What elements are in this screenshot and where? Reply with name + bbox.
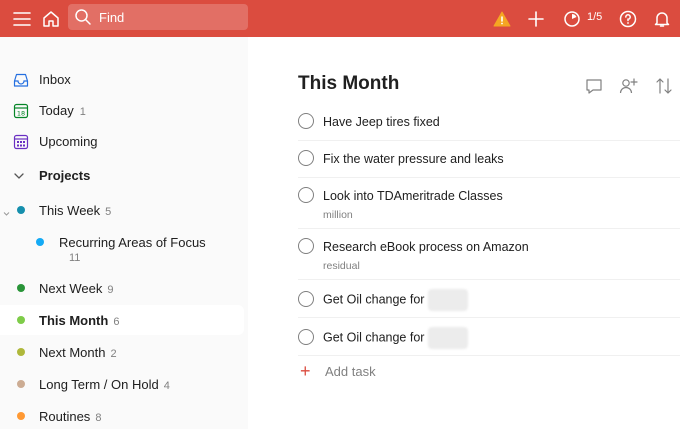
top-bar: Find 1/5 — [0, 0, 680, 37]
project-color-dot — [17, 412, 25, 420]
comment-icon[interactable] — [584, 76, 604, 96]
task-checkbox[interactable] — [298, 329, 314, 345]
sidebar-item-inbox[interactable]: Inbox — [0, 65, 248, 95]
project-this-week[interactable]: This Week 5 — [0, 195, 248, 225]
project-count: 8 — [95, 412, 102, 424]
task-note: residual — [323, 260, 360, 272]
sidebar-item-count: 1 — [79, 106, 86, 118]
task-item[interactable]: Fix the water pressure and leaks — [298, 142, 680, 178]
karma-progress[interactable]: 1/5 — [587, 11, 602, 23]
sidebar-item-label: Inbox — [39, 72, 71, 87]
task-title: Get Oil change for — [323, 330, 425, 345]
chevron-down-icon[interactable] — [3, 205, 10, 220]
project-count: 2 — [110, 348, 117, 360]
task-title: Research eBook process on Amazon — [323, 240, 529, 254]
task-checkbox[interactable] — [298, 150, 314, 166]
project-color-dot — [36, 238, 44, 246]
search-input[interactable]: Find — [68, 4, 248, 30]
project-this-month[interactable]: This Month 6 — [0, 305, 244, 335]
warning-icon[interactable] — [491, 0, 513, 37]
project-count: 5 — [105, 206, 112, 218]
task-item[interactable]: Get Oil change for — [298, 281, 680, 318]
plus-icon: + — [300, 361, 311, 381]
projects-header-label: Projects — [39, 168, 91, 183]
task-title: Fix the water pressure and leaks — [323, 152, 504, 166]
home-icon[interactable] — [40, 0, 62, 37]
project-long-term[interactable]: Long Term / On Hold 4 — [0, 369, 248, 399]
project-label: Next Month — [39, 345, 106, 360]
menu-icon[interactable] — [10, 0, 34, 37]
project-count: 9 — [107, 284, 114, 296]
project-label: This Week — [39, 203, 101, 218]
share-icon[interactable] — [618, 76, 638, 96]
search-placeholder: Find — [99, 10, 125, 25]
project-count: 11 — [69, 252, 81, 264]
sort-icon[interactable] — [654, 76, 674, 96]
project-label: Next Week — [39, 281, 103, 296]
task-item[interactable]: Research eBook process on Amazon residua… — [298, 230, 680, 280]
sidebar-item-label: Today — [39, 103, 74, 118]
task-item[interactable]: Have Jeep tires fixed — [298, 105, 680, 141]
project-next-week[interactable]: Next Week 9 — [0, 273, 248, 303]
project-count: 6 — [113, 316, 120, 328]
project-color-dot — [17, 206, 25, 214]
task-title: Look into TDAmeritrade Classes — [323, 189, 503, 203]
project-label: Long Term / On Hold — [39, 377, 159, 392]
task-checkbox[interactable] — [298, 187, 314, 203]
project-next-month[interactable]: Next Month 2 — [0, 337, 248, 367]
task-checkbox[interactable] — [298, 238, 314, 254]
main-content: This Month Have Jeep tires fixed Fix the… — [248, 37, 680, 429]
project-label: Routines — [39, 409, 91, 424]
project-routines[interactable]: Routines 8 — [0, 401, 248, 429]
productivity-icon[interactable] — [561, 0, 583, 37]
projects-header[interactable]: Projects — [0, 161, 248, 191]
svg-text:18: 18 — [17, 110, 25, 118]
task-note: million — [323, 209, 353, 221]
calendar-today-icon: 18 — [13, 103, 29, 119]
task-item[interactable]: Get Oil change for — [298, 319, 680, 356]
redacted-text — [428, 289, 469, 311]
task-title: Have Jeep tires fixed — [323, 115, 440, 129]
project-color-dot — [17, 380, 25, 388]
task-checkbox[interactable] — [298, 113, 314, 129]
bell-icon[interactable] — [651, 0, 673, 37]
sidebar-item-today[interactable]: 18 Today 1 — [0, 96, 248, 126]
help-icon[interactable] — [617, 0, 639, 37]
redacted-text — [428, 327, 469, 349]
chevron-down-icon[interactable] — [13, 169, 25, 184]
project-color-dot — [17, 284, 25, 292]
page-title: This Month — [298, 73, 400, 94]
task-title-wrap: Get Oil change for — [323, 289, 469, 311]
task-title: Get Oil change for — [323, 292, 425, 307]
sidebar: Inbox 18 Today 1 Upcoming Projects This W… — [0, 37, 248, 429]
project-count: 4 — [163, 380, 170, 392]
sidebar-item-upcoming[interactable]: Upcoming — [0, 127, 248, 157]
plus-icon[interactable] — [525, 0, 547, 37]
inbox-icon — [13, 72, 29, 88]
sidebar-item-label: Upcoming — [39, 134, 98, 149]
search-icon — [74, 8, 92, 29]
add-task-button[interactable]: + Add task — [298, 362, 498, 382]
task-title-wrap: Get Oil change for — [323, 327, 469, 349]
project-label: This Month — [39, 313, 109, 328]
add-task-label: Add task — [325, 364, 376, 379]
calendar-grid-icon — [13, 134, 29, 150]
project-recurring-areas[interactable]: Recurring Areas of Focus 11 — [0, 227, 248, 267]
project-label: Recurring Areas of Focus — [59, 235, 206, 250]
project-color-dot — [17, 316, 25, 324]
task-item[interactable]: Look into TDAmeritrade Classes million — [298, 179, 680, 229]
task-checkbox[interactable] — [298, 291, 314, 307]
project-color-dot — [17, 348, 25, 356]
